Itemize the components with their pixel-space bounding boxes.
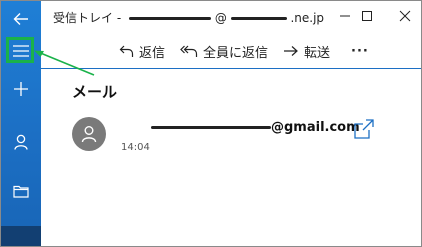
redacted-username (128, 17, 211, 20)
back-arrow-icon (13, 13, 28, 25)
more-icon: ··· (351, 43, 369, 59)
folder-icon (13, 185, 29, 198)
rail-footer (1, 226, 41, 246)
reply-all-button[interactable]: 全員に返信 (180, 41, 268, 61)
open-in-new-window-button[interactable] (353, 118, 375, 140)
close-button[interactable] (387, 1, 421, 31)
command-bar: 返信 全員に返信 転送 ··· (41, 35, 421, 65)
highlight-box (6, 37, 34, 63)
folders-button[interactable] (1, 173, 41, 209)
reply-button[interactable]: 返信 (119, 41, 165, 61)
reply-all-icon (180, 45, 198, 57)
avatar (72, 117, 106, 151)
message-time: 14:04 (121, 142, 150, 153)
page-title: メール (72, 83, 118, 101)
mail-window: 受信トレイ - @ .ne.jp 返信 全員に返信 転送 ··· メール @gm… (0, 0, 422, 247)
person-icon (14, 134, 28, 150)
title-at: @ (214, 11, 227, 25)
window-title: 受信トレイ - @ .ne.jp (53, 9, 324, 26)
forward-label: 転送 (304, 45, 331, 61)
accounts-button[interactable] (1, 124, 41, 160)
maximize-icon (362, 11, 372, 21)
reply-label: 返信 (139, 45, 166, 61)
sender-address[interactable]: @gmail.com (151, 120, 360, 135)
title-domain: .ne.jp (290, 11, 325, 25)
sender-domain: @gmail.com (271, 120, 360, 135)
maximize-button[interactable] (349, 1, 385, 31)
person-icon (81, 126, 97, 143)
redacted-sender-name (151, 126, 271, 129)
forward-arrow-icon (284, 46, 298, 56)
title-prefix: 受信トレイ - (53, 11, 122, 25)
forward-button[interactable]: 転送 (283, 41, 330, 61)
reply-all-label: 全員に返信 (203, 45, 269, 61)
back-button[interactable] (1, 1, 41, 37)
reply-icon (119, 45, 134, 57)
more-options-button[interactable]: ··· (351, 41, 369, 61)
nav-rail (1, 1, 41, 246)
open-in-new-window-icon (354, 119, 374, 139)
command-bar-divider (41, 68, 421, 69)
close-icon (399, 10, 411, 22)
title-bar: 受信トレイ - @ .ne.jp (41, 1, 421, 33)
new-mail-button[interactable] (1, 71, 41, 107)
redacted-domain (230, 17, 287, 20)
plus-icon (14, 82, 28, 96)
